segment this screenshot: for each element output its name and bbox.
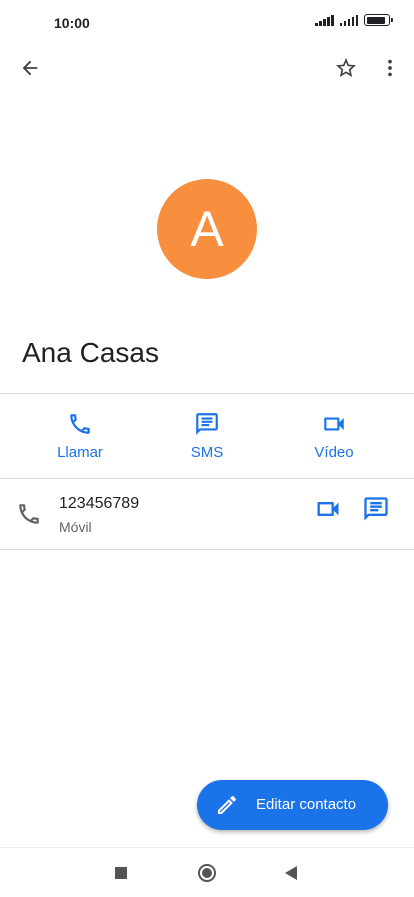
phone-icon <box>19 504 39 524</box>
recents-button[interactable] <box>115 867 127 879</box>
edit-contact-label: Editar contacto <box>256 796 357 813</box>
more-options-button[interactable] <box>370 48 410 88</box>
battery-icon <box>364 14 393 26</box>
pencil-icon <box>218 795 237 814</box>
signal-icon <box>315 14 334 26</box>
divider <box>0 393 414 394</box>
phone-number: 123456789 <box>59 495 140 512</box>
battery-level <box>366 16 385 24</box>
more-vert-icon <box>388 59 392 77</box>
edit-contact-button[interactable]: Editar contacto <box>197 780 388 830</box>
status-time: 10:00 <box>54 15 90 31</box>
status-icons <box>315 14 393 26</box>
video-action-button[interactable]: Vídeo <box>274 395 394 478</box>
favorite-button[interactable] <box>326 48 366 88</box>
contact-name: Ana Casas <box>22 337 159 368</box>
system-back-button[interactable] <box>285 866 297 880</box>
divider <box>0 549 414 550</box>
home-icon <box>202 868 212 878</box>
videocam-icon <box>317 502 339 516</box>
home-button[interactable] <box>198 864 216 882</box>
call-action-button[interactable]: Llamar <box>20 395 140 478</box>
back-button[interactable] <box>10 48 50 88</box>
sms-action-label: SMS <box>190 444 224 461</box>
message-icon <box>196 413 218 435</box>
app-bar <box>0 46 414 92</box>
phone-type: Móvil <box>59 519 92 535</box>
video-action-label: Vídeo <box>314 444 354 461</box>
sms-action-button[interactable]: SMS <box>147 395 267 478</box>
contact-avatar: A <box>157 179 257 279</box>
signal-icon <box>339 14 358 26</box>
phone-icon <box>70 414 90 434</box>
video-call-button[interactable] <box>314 495 342 528</box>
star-outline-icon <box>336 58 356 77</box>
system-nav-bar <box>0 847 414 897</box>
quick-actions: Llamar SMS Vídeo <box>0 395 414 478</box>
call-action-label: Llamar <box>57 444 103 461</box>
message-icon <box>364 497 388 521</box>
status-bar: 10:00 <box>0 0 414 46</box>
videocam-icon <box>324 417 344 431</box>
send-sms-button[interactable] <box>362 495 390 528</box>
arrow-back-icon <box>22 60 38 76</box>
avatar-initial: A <box>190 201 224 257</box>
phone-entry-row[interactable]: 123456789 Móvil <box>0 479 414 549</box>
